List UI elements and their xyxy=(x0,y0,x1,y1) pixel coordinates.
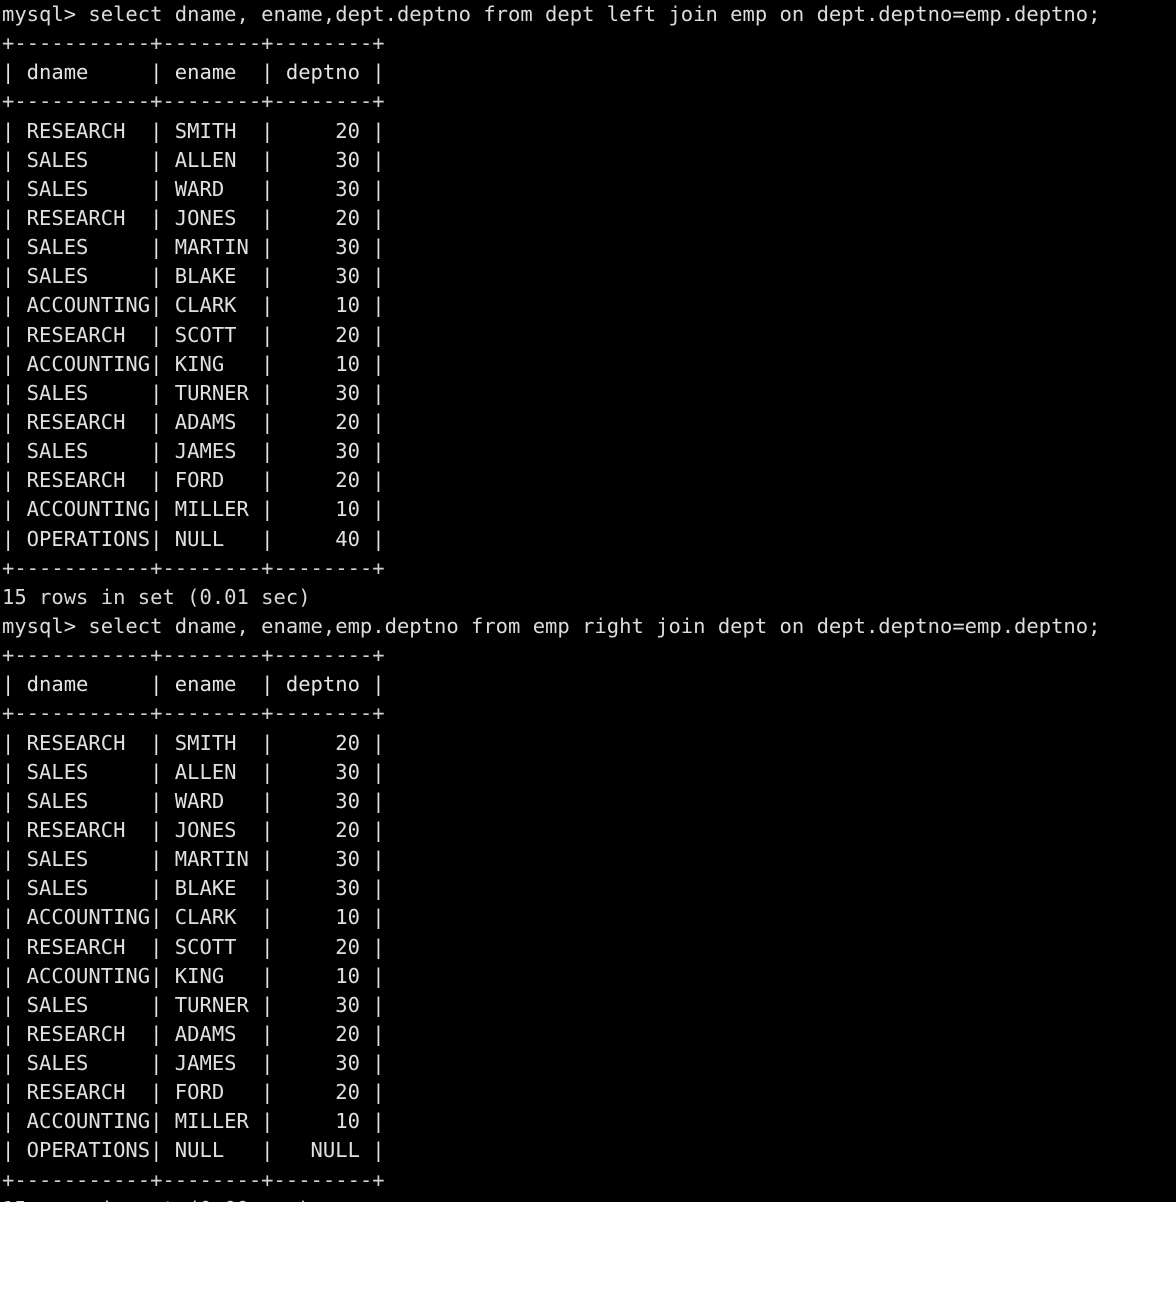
table-2-data-row: | SALES | JAMES | 30 | xyxy=(2,1051,385,1076)
table-2-data-row: | SALES | TURNER | 30 | xyxy=(2,992,385,1017)
table-2-data-row: | SALES | WARD | 30 | xyxy=(2,788,385,813)
table-2-header-row: | dname | ename | deptno | xyxy=(2,672,385,697)
table-1-header-rule: +-----------+--------+--------+ xyxy=(2,89,385,114)
table-1-data-row: | SALES | JAMES | 30 | xyxy=(2,439,385,464)
table-2-top-rule: +-----------+--------+--------+ xyxy=(2,643,385,668)
query-prompt-line-2[interactable]: mysql> select dname, ename,emp.deptno fr… xyxy=(0,612,1176,641)
table-2-data-row: | SALES | BLAKE | 30 | xyxy=(2,876,385,901)
table-2-data-row: | SALES | MARTIN | 30 | xyxy=(2,847,385,872)
result-status-line-2: 15 rows in set (0.00 sec) xyxy=(0,1195,1176,1202)
table-1-data-row: | SALES | ALLEN | 30 | xyxy=(2,147,385,172)
table-2-header-rule: +-----------+--------+--------+ xyxy=(2,701,385,726)
table-2-data-row: | RESEARCH | ADAMS | 20 | xyxy=(2,1021,385,1046)
table-2-data-row: | ACCOUNTING| MILLER | 10 | xyxy=(2,1109,385,1134)
table-1-data-row: | SALES | TURNER | 30 | xyxy=(2,380,385,405)
table-1-bottom-rule: +-----------+--------+--------+ xyxy=(2,555,385,580)
table-1-data-row: | RESEARCH | FORD | 20 | xyxy=(2,468,385,493)
table-2-data-row: | SALES | ALLEN | 30 | xyxy=(2,759,385,784)
blank-area-below-terminal xyxy=(0,1202,1176,1310)
result-status-line-1: 15 rows in set (0.01 sec) xyxy=(2,584,311,609)
table-2-data-row: | RESEARCH | SMITH | 20 | xyxy=(2,730,385,755)
table-1-data-row: | SALES | MARTIN | 30 | xyxy=(2,235,385,260)
table-1-data-row: | RESEARCH | SCOTT | 20 | xyxy=(2,322,385,347)
table-1-data-row: | RESEARCH | ADAMS | 20 | xyxy=(2,409,385,434)
query-prompt-line-1[interactable]: mysql> select dname, ename,dept.deptno f… xyxy=(0,0,1176,29)
table-1-data-row: | SALES | WARD | 30 | xyxy=(2,176,385,201)
table-1-data-row: | ACCOUNTING| KING | 10 | xyxy=(2,351,385,376)
table-1-data-row: | OPERATIONS| NULL | 40 | xyxy=(2,526,385,551)
table-1-top-rule: +-----------+--------+--------+ xyxy=(2,31,385,56)
table-1-data-row: | ACCOUNTING| MILLER | 10 | xyxy=(2,497,385,522)
table-2-data-row: | RESEARCH | SCOTT | 20 | xyxy=(2,934,385,959)
table-1-data-row: | RESEARCH | JONES | 20 | xyxy=(2,205,385,230)
table-1-data-row: | SALES | BLAKE | 30 | xyxy=(2,264,385,289)
table-1-header-row: | dname | ename | deptno | xyxy=(2,60,385,85)
table-1-data-row: | RESEARCH | SMITH | 20 | xyxy=(2,118,385,143)
table-2-data-row: | ACCOUNTING| KING | 10 | xyxy=(2,963,385,988)
table-2-data-row: | RESEARCH | JONES | 20 | xyxy=(2,817,385,842)
table-1-data-row: | ACCOUNTING| CLARK | 10 | xyxy=(2,293,385,318)
terminal-window[interactable]: mysql> select dname, ename,dept.deptno f… xyxy=(0,0,1176,1202)
table-2-data-row: | RESEARCH | FORD | 20 | xyxy=(2,1080,385,1105)
table-2-data-row: | ACCOUNTING| CLARK | 10 | xyxy=(2,905,385,930)
table-2-data-row: | OPERATIONS| NULL | NULL | xyxy=(2,1138,385,1163)
table-2-bottom-rule: +-----------+--------+--------+ xyxy=(2,1167,385,1192)
